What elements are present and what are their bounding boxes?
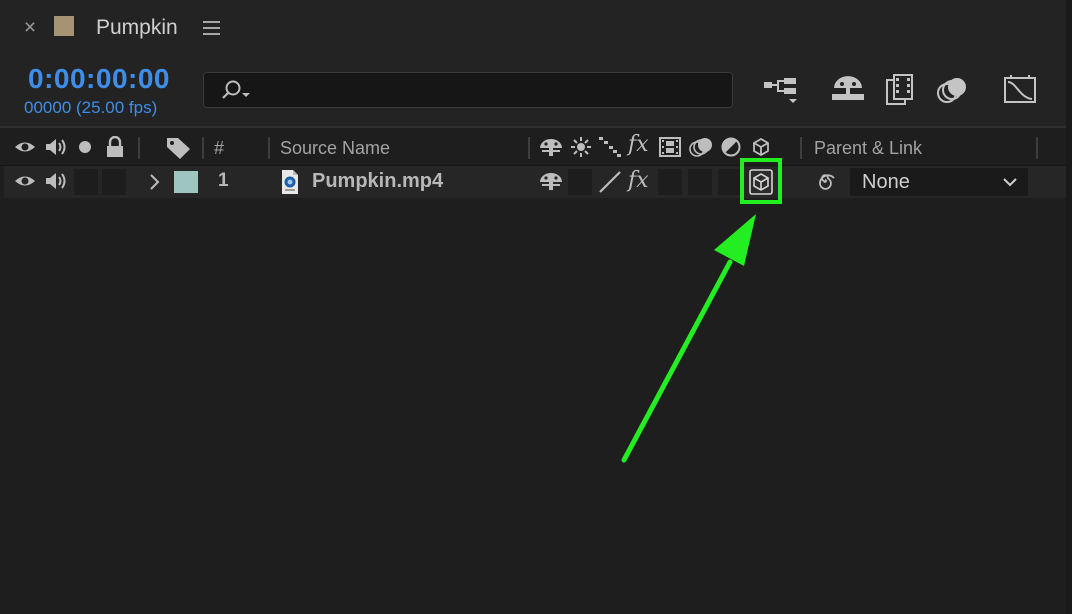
label-tag-icon[interactable] xyxy=(164,136,192,160)
column-separator[interactable] xyxy=(268,137,270,159)
frame-blend-switch[interactable] xyxy=(658,169,682,195)
layer-label-color[interactable] xyxy=(174,171,198,193)
solo-switch[interactable] xyxy=(74,169,98,195)
parent-dropdown[interactable]: None xyxy=(850,168,1028,196)
layer-search-field[interactable] xyxy=(203,72,733,108)
timeline-header: 0:00:00:00 00000 (25.00 fps) xyxy=(0,58,1072,126)
effects-icon[interactable]: fx xyxy=(628,132,649,157)
column-separator[interactable] xyxy=(800,137,802,159)
frame-rate-display: 00000 (25.00 fps) xyxy=(24,98,158,117)
frame-blending-icon[interactable] xyxy=(884,72,916,108)
adjustment-layer-icon[interactable] xyxy=(720,136,742,158)
panel-tab-bar: × Pumpkin xyxy=(0,0,1072,58)
parent-link-column-label[interactable]: Parent & Link xyxy=(814,137,922,159)
composition-tab-title[interactable]: Pumpkin xyxy=(96,14,178,42)
search-icon xyxy=(222,80,250,99)
quality-switch-icon[interactable] xyxy=(598,170,622,194)
shy-icon[interactable] xyxy=(538,136,564,158)
layer-number: 1 xyxy=(218,170,229,191)
pick-whip-icon[interactable] xyxy=(812,169,838,193)
adjustment-layer-switch[interactable] xyxy=(718,169,742,195)
video-file-icon xyxy=(282,170,298,194)
layer-column-header: # Source Name fx Parent & Link xyxy=(0,128,1072,166)
audio-icon[interactable] xyxy=(44,170,68,192)
collapse-icon[interactable] xyxy=(570,136,592,158)
audio-icon[interactable] xyxy=(44,136,68,158)
chevron-right-icon[interactable] xyxy=(148,173,162,191)
solo-icon[interactable] xyxy=(76,136,94,158)
shy-switch-icon[interactable] xyxy=(538,170,564,192)
hamburger-icon[interactable] xyxy=(202,19,222,37)
3d-layer-switch-icon[interactable] xyxy=(749,169,773,195)
shy-layers-icon[interactable] xyxy=(830,72,866,108)
column-separator[interactable] xyxy=(138,137,140,159)
quality-icon[interactable] xyxy=(598,136,622,158)
lock-switch[interactable] xyxy=(102,169,126,195)
graph-editor-icon[interactable] xyxy=(1002,72,1038,108)
close-tab-button[interactable]: × xyxy=(21,17,39,39)
motion-blur-switch-icon[interactable] xyxy=(688,136,714,158)
panel-right-edge xyxy=(1066,0,1072,614)
effects-switch-icon[interactable]: fx xyxy=(628,168,649,193)
column-separator[interactable] xyxy=(528,137,530,159)
layer-row[interactable]: 1 Pumpkin.mp4 fx None xyxy=(4,158,1068,204)
motion-blur-icon[interactable] xyxy=(936,72,970,108)
source-name-column-label[interactable]: Source Name xyxy=(280,137,390,159)
3d-layer-icon[interactable] xyxy=(750,136,772,158)
column-separator[interactable] xyxy=(1036,137,1038,159)
current-time-display[interactable]: 0:00:00:00 xyxy=(28,63,170,95)
video-visibility-icon[interactable] xyxy=(14,170,36,192)
frame-blend-icon[interactable] xyxy=(658,136,682,158)
chevron-down-icon xyxy=(1003,178,1017,187)
composition-color-swatch xyxy=(54,16,74,36)
lock-icon[interactable] xyxy=(104,136,126,158)
layer-number-column-label[interactable]: # xyxy=(214,137,224,159)
parent-value: None xyxy=(862,171,910,193)
video-visibility-icon[interactable] xyxy=(14,136,36,158)
column-separator[interactable] xyxy=(202,137,204,159)
motion-blur-switch[interactable] xyxy=(688,169,712,195)
layer-source-name[interactable]: Pumpkin.mp4 xyxy=(312,170,443,193)
composition-flowchart-icon[interactable] xyxy=(762,72,802,108)
collapse-switch[interactable] xyxy=(568,169,592,195)
